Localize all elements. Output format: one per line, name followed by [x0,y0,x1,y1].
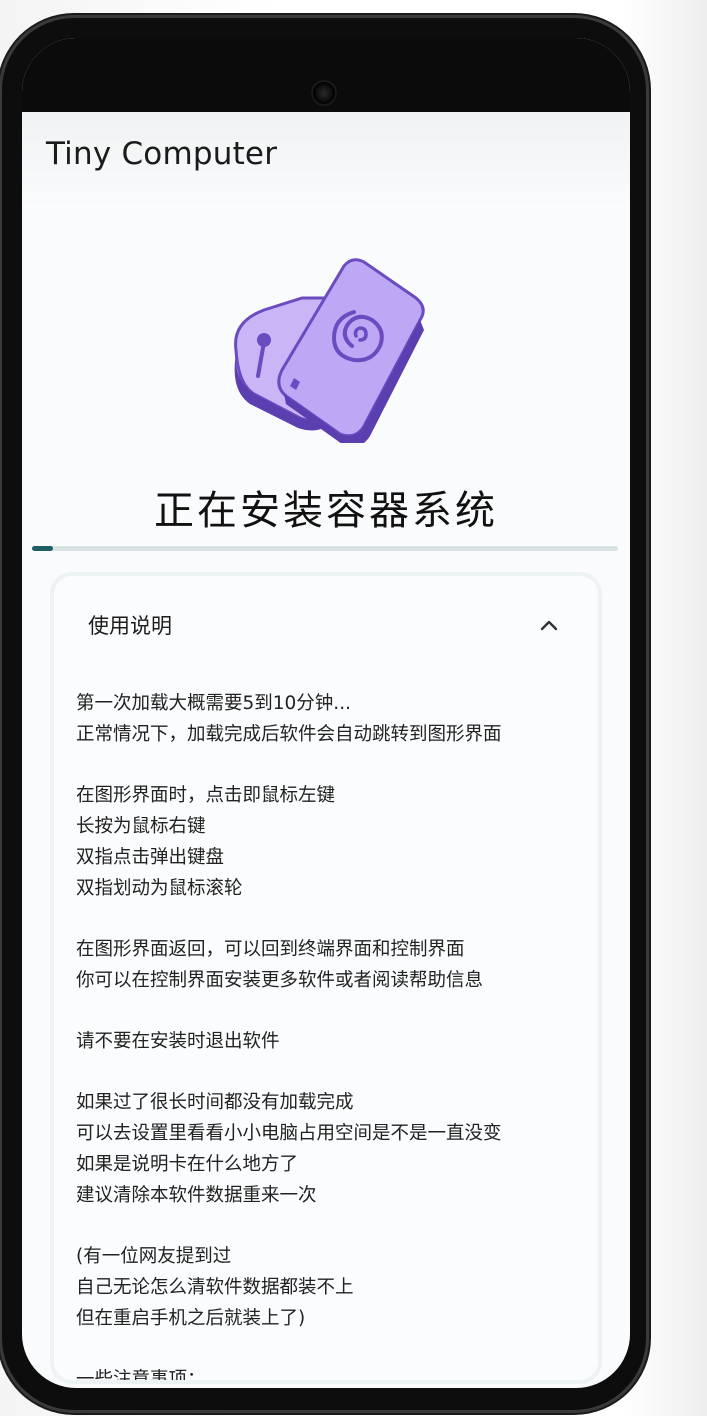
app-bar: Tiny Computer [22,112,630,208]
instruction-line: 第一次加载大概需要5到10分钟... [76,693,351,714]
instruction-line: 一些注意事项： [76,1369,206,1380]
instruction-line: 你可以在控制界面安装更多软件或者阅读帮助信息 [76,970,484,991]
instruction-paragraph: (有一位网友提到过自己无论怎么清软件数据都装不上 但在重启手机之后就装上了) [76,1241,586,1334]
instruction-line: (有一位网友提到过 [76,1246,232,1267]
instruction-line: 但在重启手机之后就装上了) [76,1308,306,1329]
instruction-line: 双指点击弹出键盘 [76,847,225,868]
instruction-paragraph: 在图形界面返回，可以回到终端界面和控制界面 你可以在控制界面安装更多软件或者阅读帮… [76,934,586,996]
install-progress-bar [32,546,618,551]
front-camera [313,82,335,104]
instruction-line: 在图形界面返回，可以回到终端界面和控制界面 [76,939,465,960]
instructions-card: 使用说明 第一次加载大概需要5到10分钟... 正常情况下，加载完成后软件会自动跳… [54,576,598,1380]
instructions-title: 使用说明 [88,614,172,638]
install-status-title: 正在安装容器系统 [154,488,498,534]
instruction-paragraph: 一些注意事项： [76,1364,586,1380]
phone-screen: Tiny Computer 正在安装容器系统 使用说明 第一次加载大概需要5到1… [22,38,630,1388]
instruction-line: 如果过了很长时间都没有加载完成 [76,1092,354,1113]
instruction-line: 建议清除本软件数据重来一次 [76,1185,317,1206]
instruction-paragraph: 如果过了很长时间都没有加载完成可以去设置里看看小小电脑占用空间是不是一直没变 如果… [76,1087,586,1211]
instruction-paragraph: 请不要在安装时退出软件 [76,1026,586,1057]
instruction-line: 如果是说明卡在什么地方了 [76,1154,299,1175]
instruction-line: 可以去设置里看看小小电脑占用空间是不是一直没变 [76,1123,502,1144]
instructions-header[interactable]: 使用说明 [54,576,598,672]
instruction-line: 正常情况下，加载完成后软件会自动跳转到图形界面 [76,724,502,745]
phone-frame: Tiny Computer 正在安装容器系统 使用说明 第一次加载大概需要5到1… [2,18,646,1410]
screenshot-stage: Tiny Computer 正在安装容器系统 使用说明 第一次加载大概需要5到1… [0,0,707,1416]
instruction-line: 自己无论怎么清软件数据都装不上 [76,1277,354,1298]
chevron-up-icon[interactable] [538,614,560,636]
app-title: Tiny Computer [46,136,278,172]
instruction-line: 在图形界面时，点击即鼠标左键 [76,785,336,806]
instruction-paragraph: 在图形界面时，点击即鼠标左键 长按为鼠标右键 双指点击弹出键盘 双指划动为鼠标滚轮 [76,780,586,904]
instructions-body: 第一次加载大概需要5到10分钟... 正常情况下，加载完成后软件会自动跳转到图形界… [76,688,586,1380]
instruction-paragraph: 第一次加载大概需要5到10分钟... 正常情况下，加载完成后软件会自动跳转到图形界… [76,688,586,750]
status-bar [22,38,630,112]
instruction-line: 请不要在安装时退出软件 [76,1031,280,1052]
instruction-line: 长按为鼠标右键 [76,816,206,837]
tiny-computer-logo-icon [224,258,434,447]
install-progress-fill [32,546,53,551]
instruction-line: 双指划动为鼠标滚轮 [76,878,243,899]
